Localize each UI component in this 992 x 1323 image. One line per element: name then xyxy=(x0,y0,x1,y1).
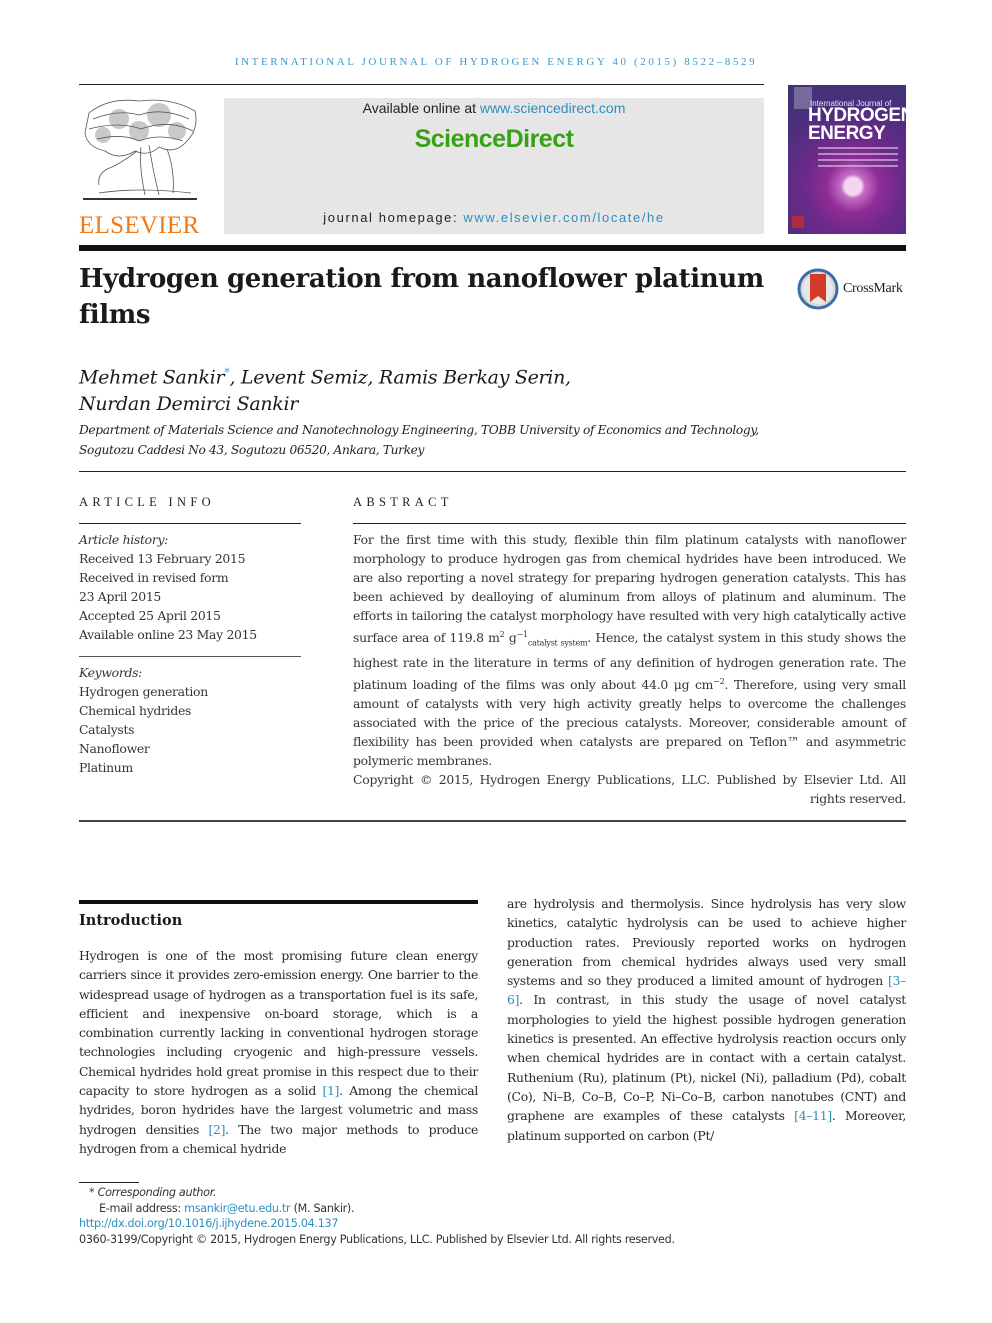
keyword-item: Hydrogen generation xyxy=(79,684,208,699)
journal-homepage-link[interactable]: www.elsevier.com/locate/he xyxy=(463,210,664,225)
abstract-rule xyxy=(353,523,906,524)
running-head: INTERNATIONAL JOURNAL OF HYDROGEN ENERGY… xyxy=(234,56,758,68)
history-item: Available online 23 May 2015 xyxy=(79,627,257,642)
author-name[interactable]: Mehmet Sankir xyxy=(79,366,225,388)
issn-copyright: 0360-3199/Copyright © 2015, Hydrogen Ene… xyxy=(79,1232,675,1246)
sciencedirect-brand[interactable]: ScienceDirect xyxy=(224,125,764,154)
introduction-paragraph: Hydrogen is one of the most promising fu… xyxy=(79,948,478,1156)
cover-editors-text xyxy=(818,147,898,171)
corresponding-author-note: * Corresponding author. xyxy=(89,1186,217,1199)
affiliation: Department of Materials Science and Nano… xyxy=(79,423,759,457)
sciencedirect-banner: Available online at www.sciencedirect.co… xyxy=(224,98,764,234)
history-item: 23 April 2015 xyxy=(79,589,162,604)
history-item: Received 13 February 2015 xyxy=(79,551,246,566)
title-divider xyxy=(79,245,906,251)
keywords: Keywords: Hydrogen generation Chemical h… xyxy=(79,663,301,777)
article-title: Hydrogen generation from nanoflower plat… xyxy=(79,264,764,330)
abstract-body: For the first time with this study, flex… xyxy=(353,532,906,768)
history-item: Accepted 25 April 2015 xyxy=(79,608,221,623)
history-item: Received in revised form xyxy=(79,570,229,585)
article-history: Article history: Received 13 February 20… xyxy=(79,530,301,644)
abstract-heading: ABSTRACT xyxy=(353,495,453,509)
keyword-item: Catalysts xyxy=(79,722,135,737)
elsevier-tree-icon xyxy=(83,99,197,200)
footnote-divider xyxy=(79,1182,139,1183)
article-history-label: Article history: xyxy=(79,532,169,547)
keyword-item: Platinum xyxy=(79,760,133,775)
article-info: ARTICLE INFO Article history: Received 1… xyxy=(79,495,301,777)
section-rule xyxy=(79,900,478,904)
footnotes: * Corresponding author. E-mail address: … xyxy=(79,1185,859,1247)
author-names: , Levent Semiz, Ramis Berkay Serin, xyxy=(229,366,571,389)
keywords-label: Keywords: xyxy=(79,665,143,680)
available-online-text: Available online at www.sciencedirect.co… xyxy=(362,100,626,116)
crossmark-label: CrossMark xyxy=(843,281,903,296)
email-link[interactable]: msankir@etu.edu.tr xyxy=(184,1202,290,1215)
doi-link[interactable]: http://dx.doi.org/10.1016/j.ijhydene.201… xyxy=(79,1216,859,1232)
keyword-item: Nanoflower xyxy=(79,741,150,756)
article-info-heading: ARTICLE INFO xyxy=(79,495,215,509)
crossmark-icon xyxy=(797,268,839,310)
header-divider xyxy=(79,84,764,85)
article-info-rule xyxy=(79,523,301,524)
journal-cover-image[interactable]: International Journal of HYDROGEN ENERGY xyxy=(788,85,906,234)
introduction-right-column: are hydrolysis and thermolysis. Since hy… xyxy=(507,896,906,1143)
author-names-line2: Nurdan Demirci Sankir xyxy=(79,393,299,416)
sciencedirect-link[interactable]: www.sciencedirect.com xyxy=(480,100,626,116)
citation-link[interactable]: [2] xyxy=(209,1122,226,1137)
email-note: E-mail address: msankir@etu.edu.tr (M. S… xyxy=(99,1201,355,1215)
citation-link[interactable]: [1] xyxy=(322,1083,339,1098)
journal-homepage-text: journal homepage: www.elsevier.com/locat… xyxy=(323,210,665,225)
abstract: ABSTRACT For the first time with this st… xyxy=(353,495,906,808)
citation-link[interactable]: [4–11] xyxy=(794,1108,832,1123)
introduction-heading: Introduction xyxy=(79,912,183,929)
keyword-item: Chemical hydrides xyxy=(79,703,192,718)
cover-badge-icon xyxy=(792,216,804,228)
author-list: Mehmet Sankir*, Levent Semiz, Ramis Berk… xyxy=(79,359,779,418)
cover-title-main: HYDROGEN ENERGY xyxy=(808,105,906,144)
crossmark-button[interactable]: CrossMark xyxy=(797,267,912,311)
abstract-copyright: Copyright © 2015, Hydrogen Energy Public… xyxy=(353,771,906,806)
elsevier-wordmark: ELSEVIER xyxy=(79,212,200,239)
front-matter-divider xyxy=(79,820,906,822)
keywords-rule xyxy=(79,656,301,657)
introduction-left-column: Introduction Hydrogen is one of the most… xyxy=(79,900,478,1158)
elsevier-logo[interactable]: ELSEVIER xyxy=(79,95,201,239)
affiliation-divider xyxy=(79,471,906,472)
